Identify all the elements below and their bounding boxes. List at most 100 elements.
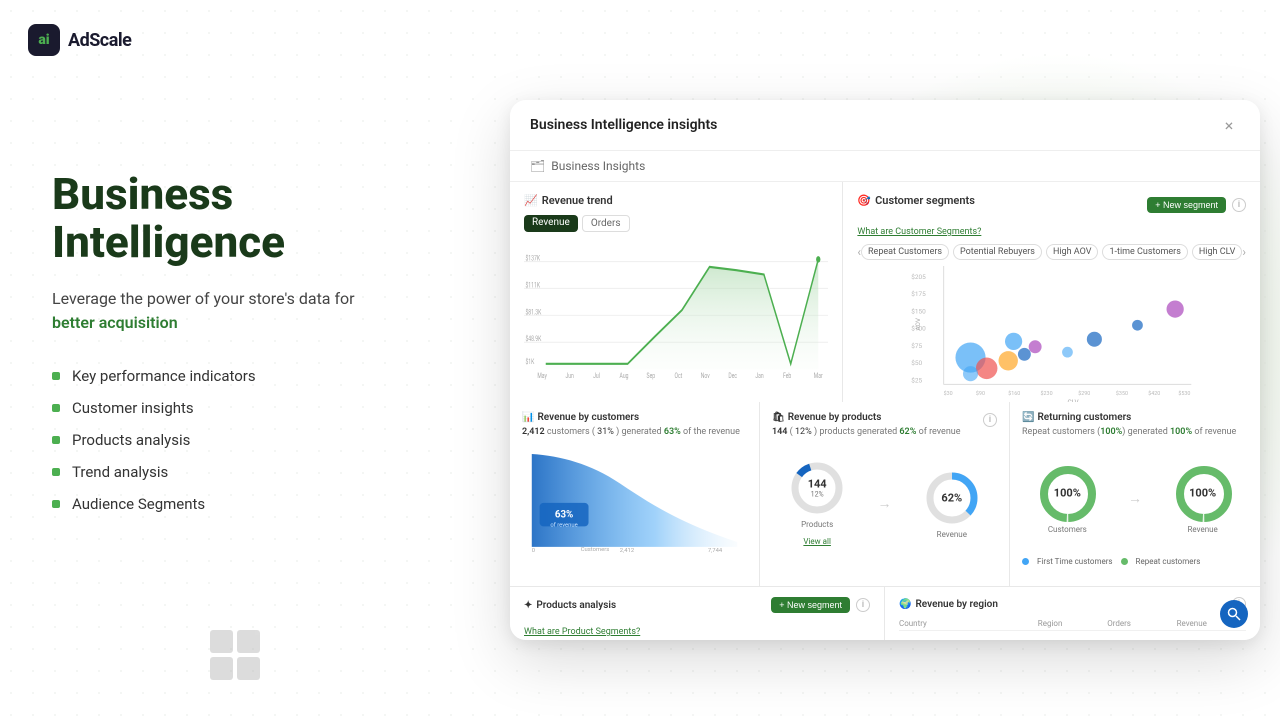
- products-analysis-header: ✦ Products analysis + New segment i: [524, 597, 870, 613]
- region-icon: 🌍: [899, 599, 911, 610]
- info-icon[interactable]: i: [1232, 198, 1246, 212]
- segment-icon: 🎯: [857, 194, 871, 207]
- svg-text:63%: 63%: [555, 510, 573, 521]
- logo-text: AdScale: [68, 30, 131, 51]
- returning-icon: 🔄: [1022, 412, 1034, 423]
- scatter-chart: $205 $175 $150 $100 $75 $50 $25 AOV $30 …: [857, 266, 1246, 406]
- modal-content: 📈 Revenue trend Revenue Orders $137K $11…: [510, 182, 1260, 640]
- tab-revenue[interactable]: Revenue: [524, 215, 578, 232]
- header: ai AdScale: [28, 24, 131, 56]
- col-region: Region: [1038, 619, 1107, 628]
- ret-cust-label: Customers: [1037, 525, 1097, 534]
- svg-text:$230: $230: [1041, 390, 1053, 397]
- svg-text:7,744: 7,744: [708, 548, 723, 553]
- revenue-by-customers-title: 📊 Revenue by customers: [522, 412, 747, 423]
- bullet-audience: [52, 500, 60, 508]
- col-country: Country: [899, 619, 1038, 628]
- products-info-icon[interactable]: i: [983, 413, 997, 427]
- svg-text:$81.3K: $81.3K: [525, 307, 542, 316]
- bullet-kpi: [52, 372, 60, 380]
- bullet-customer: [52, 404, 60, 412]
- rev-cust-icon: 📊: [522, 412, 534, 423]
- rev-prod-icon: 🛍: [772, 412, 785, 423]
- legend-repeat-dot: [1121, 558, 1128, 565]
- middle-section: 📊 Revenue by customers 2,412 customers (…: [510, 402, 1260, 587]
- modal-titlebar: Business Intelligence insights ×: [510, 100, 1260, 151]
- pill-potential[interactable]: Potential Rebuyers: [953, 244, 1042, 260]
- legend-repeat-label: Repeat customers: [1136, 557, 1201, 566]
- segment-pills: Repeat Customers Potential Rebuyers High…: [861, 244, 1242, 260]
- feature-item-kpi: Key performance indicators: [52, 367, 472, 385]
- breadcrumb-bar: 🗂 Business Insights: [510, 151, 1260, 182]
- svg-text:$150: $150: [912, 307, 927, 315]
- svg-text:0: 0: [532, 548, 535, 553]
- ret-rev-pct: 100%: [1189, 486, 1216, 499]
- bullet-products: [52, 436, 60, 444]
- revenue-by-customers-panel: 📊 Revenue by customers 2,412 customers (…: [510, 402, 760, 586]
- subtitle-highlight: better acquisition: [52, 313, 178, 332]
- pill-high-aov[interactable]: High AOV: [1046, 244, 1099, 260]
- svg-text:Jan: Jan: [755, 371, 764, 380]
- feature-item-audience: Audience Segments: [52, 495, 472, 513]
- search-icon: [1227, 607, 1241, 621]
- products-sublabel: 12%: [808, 491, 827, 499]
- what-are-product-segments-link[interactable]: What are Product Segments?: [524, 627, 640, 637]
- col-orders: Orders: [1107, 619, 1176, 628]
- legend-first-dot: [1022, 558, 1029, 565]
- ret-rev-label: Revenue: [1173, 525, 1233, 534]
- svg-text:2,412: 2,412: [620, 548, 635, 553]
- svg-text:Customers: Customers: [581, 547, 610, 553]
- seg-nav-next[interactable]: ›: [1242, 245, 1246, 259]
- products-analysis-icon: ✦: [524, 600, 532, 611]
- top-section: 📈 Revenue trend Revenue Orders $137K $11…: [510, 182, 1260, 402]
- products-arrow: →: [877, 495, 891, 512]
- svg-text:$350: $350: [1116, 390, 1128, 397]
- close-button[interactable]: ×: [1218, 114, 1240, 136]
- svg-text:$1K: $1K: [525, 357, 535, 366]
- bottom-section: ✦ Products analysis + New segment i What…: [510, 587, 1260, 640]
- feature-item-trend: Trend analysis: [52, 463, 472, 481]
- returning-customers-panel: 🔄 Returning customers Repeat customers (…: [1010, 402, 1260, 586]
- returning-rev-donut: 100%: [1173, 463, 1233, 523]
- svg-text:$75: $75: [912, 342, 923, 350]
- products-analysis-info[interactable]: i: [856, 598, 870, 612]
- svg-text:$25: $25: [912, 376, 923, 384]
- pill-1time[interactable]: 1-time Customers: [1102, 244, 1187, 260]
- customer-segments-panel: 🎯 Customer segments + New segment i What…: [843, 182, 1260, 422]
- modal-title: Business Intelligence insights: [530, 117, 717, 133]
- svg-text:Oct: Oct: [674, 371, 682, 380]
- svg-text:$137K: $137K: [525, 253, 540, 262]
- region-title: 🌍 Revenue by region: [899, 599, 998, 610]
- new-segment-button[interactable]: + New segment: [1147, 197, 1226, 213]
- view-all-link[interactable]: View all: [803, 537, 831, 546]
- returning-title: 🔄 Returning customers: [1022, 412, 1248, 423]
- customers-count: 2,412: [522, 427, 545, 437]
- revenue-trend-title: 📈 Revenue trend: [524, 194, 828, 207]
- bottom-grid-decoration: [210, 630, 260, 680]
- feature-item-customer-insights: Customer insights: [52, 399, 472, 417]
- returning-cust-donut: 100%: [1037, 463, 1097, 523]
- bullet-trend: [52, 468, 60, 476]
- svg-text:$50: $50: [912, 359, 923, 367]
- tab-orders[interactable]: Orders: [582, 215, 630, 232]
- pill-high-clv[interactable]: High CLV: [1192, 244, 1243, 260]
- svg-text:Dec: Dec: [728, 371, 737, 380]
- svg-text:$90: $90: [976, 390, 985, 397]
- products-new-segment-btn[interactable]: + New segment: [771, 597, 850, 613]
- feature-list: Key performance indicators Customer insi…: [52, 367, 472, 513]
- svg-text:May: May: [537, 371, 547, 380]
- products-donut-label: Products: [787, 520, 847, 529]
- svg-text:$160: $160: [1009, 390, 1021, 397]
- svg-text:$420: $420: [1149, 390, 1161, 397]
- modal-window: Business Intelligence insights × 🗂 Busin…: [510, 100, 1260, 640]
- search-fab-button[interactable]: [1220, 600, 1248, 628]
- pill-repeat[interactable]: Repeat Customers: [861, 244, 949, 260]
- returning-donuts: 100% Customers →: [1022, 443, 1248, 553]
- feature-item-products: Products analysis: [52, 431, 472, 449]
- subtitle: Leverage the power of your store's data …: [52, 287, 472, 335]
- svg-text:of revenue: of revenue: [550, 521, 577, 528]
- svg-text:$30: $30: [944, 390, 953, 397]
- what-are-segments-link[interactable]: What are Customer Segments?: [857, 227, 981, 237]
- svg-text:Nov: Nov: [701, 371, 710, 380]
- returning-legend: First Time customers Repeat customers: [1022, 557, 1248, 566]
